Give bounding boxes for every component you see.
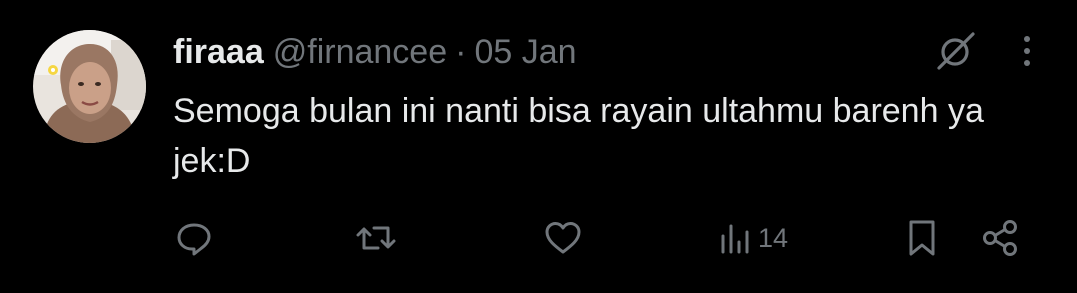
views-button[interactable]: 14: [718, 214, 788, 262]
bookmark-icon: [909, 220, 935, 256]
grok-icon[interactable]: [933, 28, 979, 79]
tweet-date[interactable]: 05 Jan: [474, 30, 576, 74]
tweet-header: firaaa @firnancee · 05 Jan: [173, 30, 577, 74]
share-button[interactable]: [978, 214, 1022, 262]
user-handle[interactable]: @firnancee: [273, 30, 447, 74]
bookmark-button[interactable]: [902, 214, 942, 262]
repost-button[interactable]: [354, 214, 398, 262]
display-name[interactable]: firaaa: [173, 30, 264, 74]
avatar-image: [33, 30, 146, 143]
views-count: 14: [758, 222, 789, 253]
separator-dot: ·: [455, 33, 467, 71]
tweet-top-icons: [933, 28, 1033, 79]
views-icon: [721, 224, 749, 254]
tweet-card[interactable]: firaaa @firnancee · 05 Jan Semoga bulan …: [0, 0, 1077, 293]
reply-icon: [177, 223, 211, 256]
more-icon[interactable]: [1021, 31, 1033, 76]
reply-button[interactable]: [172, 214, 216, 262]
action-bar: 14: [172, 214, 1028, 262]
like-icon: [545, 222, 581, 254]
like-button[interactable]: [541, 214, 585, 262]
avatar[interactable]: [33, 30, 146, 143]
tweet-text: Semoga bulan ini nanti bisa rayain ultah…: [173, 92, 984, 180]
repost-icon: [356, 226, 396, 250]
share-icon: [983, 220, 1017, 256]
